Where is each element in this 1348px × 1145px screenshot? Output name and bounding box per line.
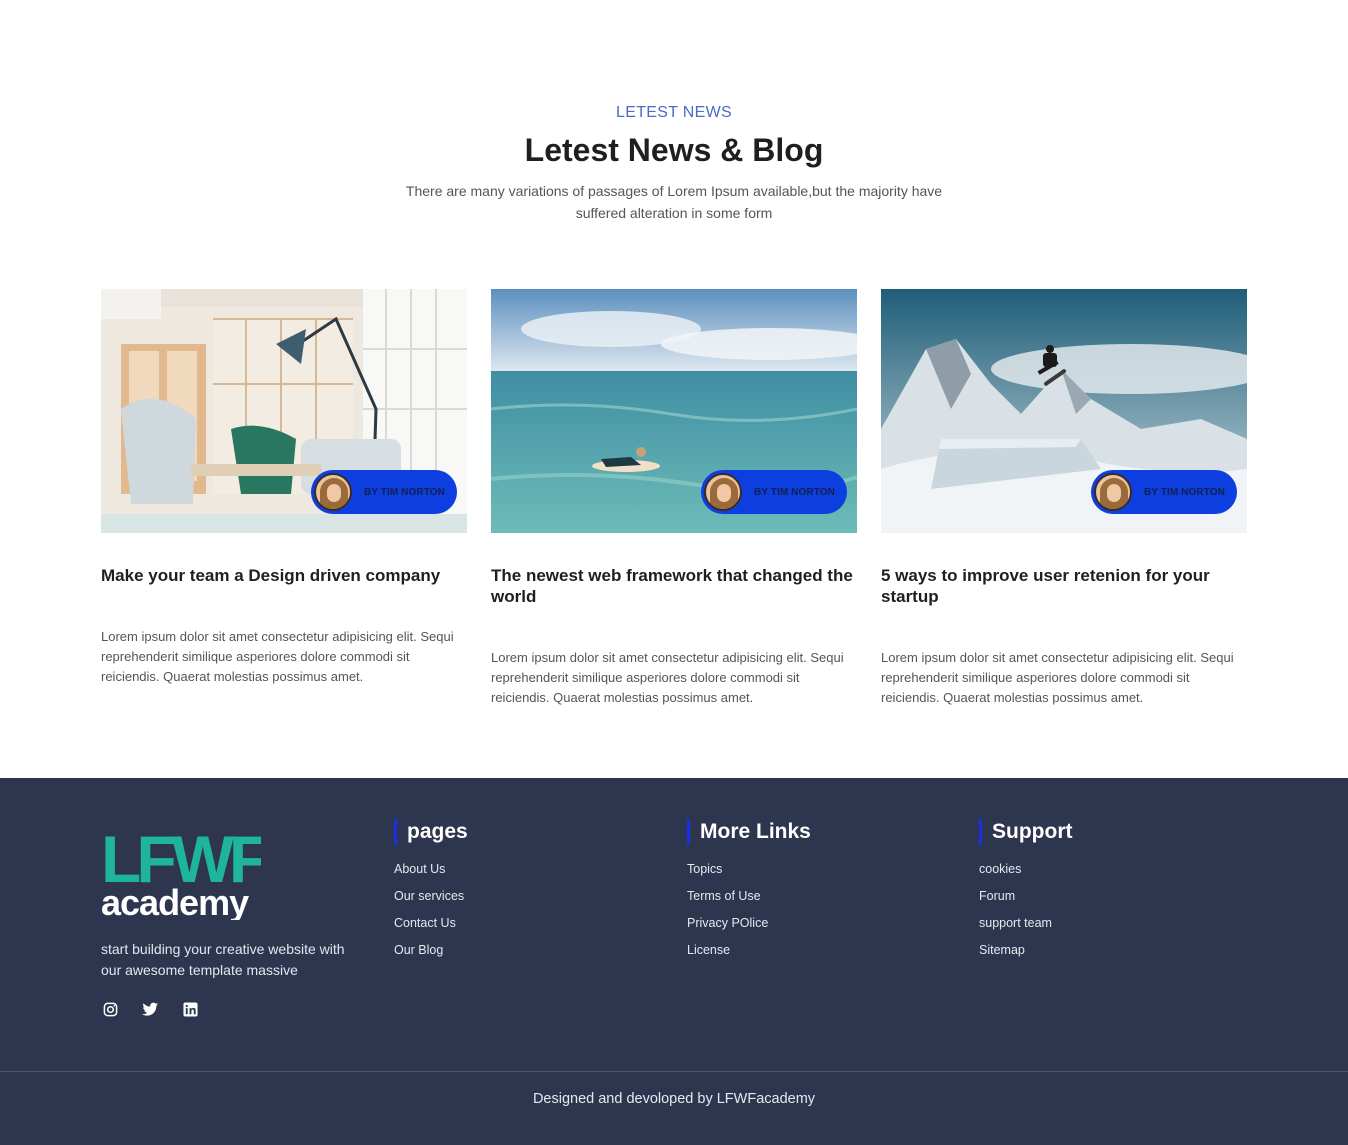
author-badge[interactable]: BY TIM NORTON xyxy=(701,470,847,514)
footer-link-our-services[interactable]: Our services xyxy=(394,888,468,915)
footer-heading-text: More Links xyxy=(700,820,811,843)
author-avatar xyxy=(314,473,352,511)
site-footer: LFWF academy start building your creativ… xyxy=(0,778,1348,1145)
blog-card-excerpt: Lorem ipsum dolor sit amet consectetur a… xyxy=(491,650,844,705)
blog-card-image[interactable]: BY TIM NORTON xyxy=(881,289,1247,533)
footer-divider xyxy=(0,1071,1348,1072)
logo-word-text: academy xyxy=(101,882,249,920)
author-badge[interactable]: BY TIM NORTON xyxy=(1091,470,1237,514)
footer-link-sitemap[interactable]: Sitemap xyxy=(979,942,1072,969)
author-avatar xyxy=(704,473,742,511)
footer-link-forum[interactable]: Forum xyxy=(979,888,1072,915)
footer-column-heading: Support xyxy=(979,818,1072,846)
section-eyebrow: LETEST NEWS xyxy=(616,104,732,121)
twitter-icon[interactable] xyxy=(141,1000,159,1018)
lfwf-academy-logo[interactable]: LFWF academy xyxy=(101,820,261,920)
blog-card-title[interactable]: 5 ways to improve user retenion for your… xyxy=(881,565,1247,607)
footer-column-heading: pages xyxy=(394,818,468,846)
author-avatar xyxy=(1094,473,1132,511)
social-links xyxy=(101,1000,199,1018)
blog-card[interactable]: BY TIM NORTON The newest web framework t… xyxy=(491,289,857,705)
blog-card-title[interactable]: Make your team a Design driven company xyxy=(101,565,467,586)
blog-card-image[interactable]: BY TIM NORTON xyxy=(491,289,857,533)
footer-column-more-links: More Links Topics Terms of Use Privacy P… xyxy=(687,818,811,969)
footer-link-terms-of-use[interactable]: Terms of Use xyxy=(687,888,811,915)
blog-card-excerpt: Lorem ipsum dolor sit amet consectetur a… xyxy=(881,650,1234,705)
section-subtitle: There are many variations of passages of… xyxy=(405,183,943,221)
heading-accent-bar xyxy=(394,819,397,845)
footer-column-support: Support cookies Forum support team Sitem… xyxy=(979,818,1072,969)
footer-link-cookies[interactable]: cookies xyxy=(979,861,1072,888)
heading-accent-bar xyxy=(687,819,690,845)
footer-column-pages: pages About Us Our services Contact Us O… xyxy=(394,818,468,969)
blog-card-image[interactable]: BY TIM NORTON xyxy=(101,289,467,533)
footer-heading-text: Support xyxy=(992,820,1073,843)
blog-card[interactable]: BY TIM NORTON Make your team a Design dr… xyxy=(101,289,467,684)
footer-link-privacy-policy[interactable]: Privacy POlice xyxy=(687,915,811,942)
footer-link-license[interactable]: License xyxy=(687,942,811,969)
section-title: Letest News & Blog xyxy=(524,132,824,168)
footer-tagline: start building your creative website wit… xyxy=(101,941,345,978)
footer-link-topics[interactable]: Topics xyxy=(687,861,811,888)
author-name: BY TIM NORTON xyxy=(364,486,445,498)
footer-link-support-team[interactable]: support team xyxy=(979,915,1072,942)
blog-card-excerpt: Lorem ipsum dolor sit amet consectetur a… xyxy=(101,629,454,684)
author-badge[interactable]: BY TIM NORTON xyxy=(311,470,457,514)
linkedin-icon[interactable] xyxy=(181,1000,199,1018)
instagram-icon[interactable] xyxy=(101,1000,119,1018)
footer-link-about-us[interactable]: About Us xyxy=(394,861,468,888)
author-name: BY TIM NORTON xyxy=(754,486,835,498)
footer-credit: Designed and devoloped by LFWFacademy xyxy=(532,1091,816,1107)
footer-link-contact-us[interactable]: Contact Us xyxy=(394,915,468,942)
blog-card[interactable]: BY TIM NORTON 5 ways to improve user ret… xyxy=(881,289,1247,705)
footer-column-heading: More Links xyxy=(687,818,811,846)
heading-accent-bar xyxy=(979,819,982,845)
author-name: BY TIM NORTON xyxy=(1144,486,1225,498)
footer-link-our-blog[interactable]: Our Blog xyxy=(394,942,468,969)
latest-news-section: LETEST NEWS Letest News & Blog There are… xyxy=(0,0,1348,778)
footer-heading-text: pages xyxy=(407,820,468,843)
blog-card-title[interactable]: The newest web framework that changed th… xyxy=(491,565,857,607)
